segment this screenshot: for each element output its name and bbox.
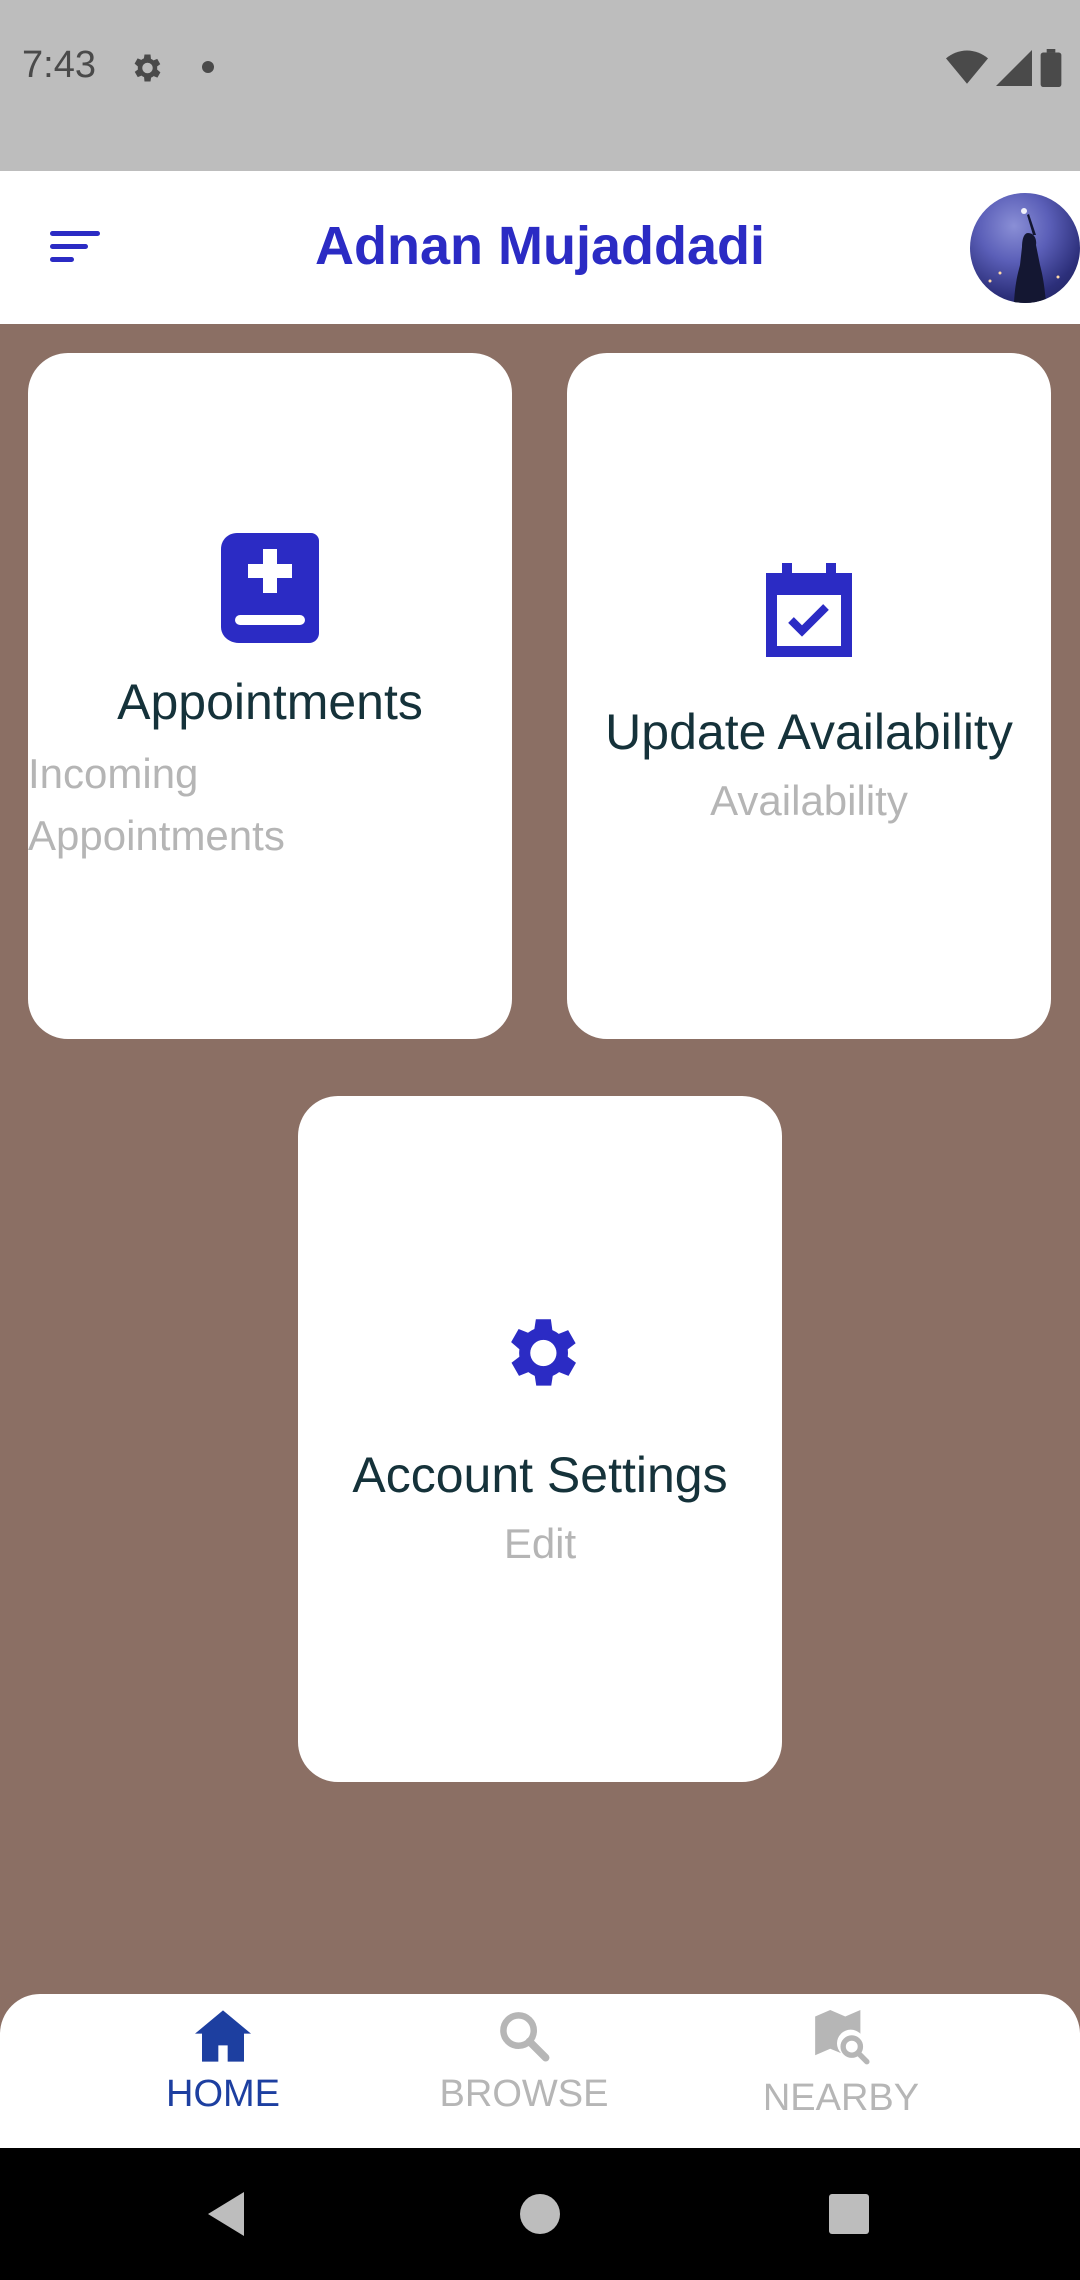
wifi-icon <box>946 50 988 84</box>
nav-nearby[interactable]: NEARBY <box>731 2010 951 2120</box>
status-time: 7:43 <box>22 44 96 86</box>
nav-browse-label: BROWSE <box>439 2073 609 2115</box>
account-settings-subtitle: Edit <box>503 1520 577 1567</box>
recents-icon[interactable] <box>828 2193 870 2235</box>
appointments-card[interactable]: Appointments Incoming Appointments <box>28 353 512 1039</box>
search-icon <box>500 2012 550 2062</box>
avatar-photo <box>988 208 1060 303</box>
nav-browse[interactable]: BROWSE <box>414 2010 634 2116</box>
home-icon <box>195 2010 251 2062</box>
avatar[interactable] <box>970 193 1080 303</box>
app-header: Adnan Mujaddadi <box>0 171 1080 324</box>
cellular-signal-icon <box>996 50 1032 86</box>
appointments-subtitle-line2: Appointments <box>28 812 285 859</box>
settings-notification-icon <box>134 54 161 82</box>
appointments-subtitle-line1: Incoming <box>28 750 199 797</box>
status-bar: 7:43 <box>0 0 1080 171</box>
update-availability-card[interactable]: Update Availability Availability <box>567 353 1051 1039</box>
home-circle-icon[interactable] <box>519 2193 561 2235</box>
nav-nearby-label: NEARBY <box>762 2077 920 2119</box>
battery-icon <box>1040 49 1062 87</box>
update-availability-subtitle: Availability <box>710 777 908 824</box>
bottom-nav: HOME BROWSE NEARBY <box>0 1994 1080 2148</box>
page-title: Adnan Mujaddadi <box>315 216 765 276</box>
medical-book-icon <box>221 533 319 643</box>
account-settings-title: Account Settings <box>352 1447 728 1503</box>
notification-dot-icon <box>202 61 214 73</box>
calendar-check-icon <box>766 563 852 657</box>
account-settings-card[interactable]: Account Settings Edit <box>298 1096 782 1782</box>
appointments-title: Appointments <box>117 674 423 730</box>
map-search-icon <box>815 2010 870 2065</box>
nav-home[interactable]: HOME <box>113 2010 333 2116</box>
status-icons <box>946 48 1062 88</box>
nav-home-label: HOME <box>166 2073 280 2115</box>
update-availability-title: Update Availability <box>605 704 1013 760</box>
gear-icon <box>511 1319 576 1386</box>
system-nav-bar <box>0 2148 1080 2280</box>
back-icon[interactable] <box>204 2190 248 2238</box>
